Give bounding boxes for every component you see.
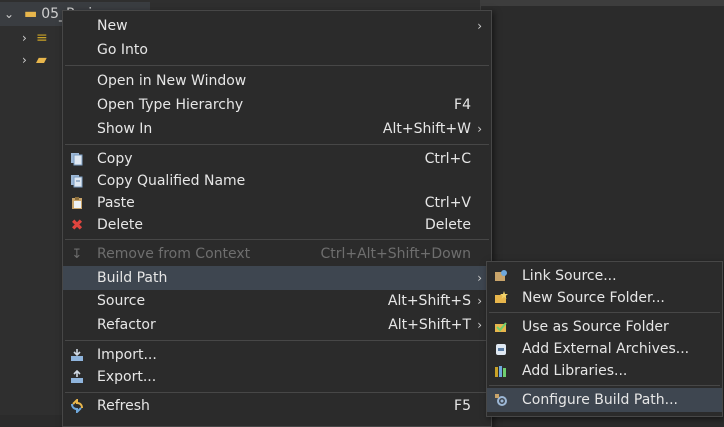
submenu-item-add-external-archives[interactable]: Add External Archives... [487, 338, 722, 360]
menu-item-shortcut: F4 [454, 97, 471, 113]
paste-icon [69, 195, 85, 211]
external-archive-icon [493, 341, 509, 357]
menu-separator [65, 392, 489, 393]
menu-separator [65, 144, 489, 145]
submenu-item-link-source[interactable]: Link Source... [487, 265, 722, 287]
build-path-submenu: Link Source... New Source Folder... Use … [486, 261, 723, 417]
menu-item-source[interactable]: Source Alt+Shift+S › [63, 290, 491, 312]
configure-build-path-icon [493, 392, 509, 408]
submenu-item-new-source-folder[interactable]: New Source Folder... [487, 287, 722, 309]
menu-item-label: Link Source... [522, 268, 617, 284]
menu-item-refresh[interactable]: Refresh F5 [63, 395, 491, 417]
menu-item-label: Refactor [97, 317, 156, 333]
menu-item-new[interactable]: New › [63, 15, 491, 37]
submenu-item-configure-build-path[interactable]: Configure Build Path... [487, 388, 722, 412]
menu-item-label: New Source Folder... [522, 290, 665, 306]
menu-item-export[interactable]: Export... [63, 366, 491, 388]
jre-library-icon: ≡ [36, 30, 48, 46]
menu-item-shortcut: Alt+Shift+W [382, 121, 471, 137]
remove-context-icon: ↧ [71, 246, 83, 262]
menu-item-label: Open Type Hierarchy [97, 97, 244, 113]
menu-item-label: Go Into [97, 42, 148, 58]
menu-item-go-into[interactable]: Go Into [63, 39, 491, 61]
menu-item-show-in[interactable]: Show In Alt+Shift+W › [63, 118, 491, 140]
chevron-right-icon[interactable]: › [22, 31, 36, 45]
delete-icon: ✖ [70, 216, 84, 234]
tree-row-src[interactable]: › ▰ [22, 49, 47, 71]
menu-item-label: New [97, 18, 128, 34]
use-source-folder-icon [493, 319, 509, 335]
menu-item-build-path[interactable]: Build Path › [63, 266, 491, 290]
menu-item-label: Source [97, 293, 146, 309]
menu-item-import[interactable]: Import... [63, 344, 491, 366]
menu-item-shortcut: F5 [454, 398, 471, 414]
menu-separator [65, 340, 489, 341]
menu-item-label: Show In [97, 121, 153, 137]
menu-item-paste[interactable]: Paste Ctrl+V [63, 192, 491, 214]
menu-item-label: Export... [97, 369, 157, 385]
menu-separator [489, 385, 720, 386]
project-folder-icon: ▬ [24, 6, 38, 22]
menu-item-shortcut: Ctrl+Alt+Shift+Down [320, 246, 471, 262]
chevron-right-icon[interactable]: › [22, 53, 36, 67]
add-libraries-icon [493, 363, 509, 379]
menu-item-shortcut: Delete [425, 217, 471, 233]
menu-item-label: Add Libraries... [522, 363, 628, 379]
refresh-icon [69, 398, 85, 414]
menu-item-remove-from-context[interactable]: ↧ Remove from Context Ctrl+Alt+Shift+Dow… [63, 243, 491, 265]
menu-item-shortcut: Ctrl+C [424, 151, 471, 167]
copy-icon [69, 151, 85, 167]
menu-item-label: Import... [97, 347, 157, 363]
tree-row-jre[interactable]: › ≡ [22, 27, 48, 49]
submenu-item-use-as-source-folder[interactable]: Use as Source Folder [487, 316, 722, 338]
menu-item-label: Delete [97, 217, 143, 233]
submenu-arrow-icon: › [477, 294, 482, 308]
import-icon [69, 347, 85, 363]
copy-qualified-name-icon [69, 173, 85, 189]
menu-item-copy-qualified-name[interactable]: Copy Qualified Name [63, 170, 491, 192]
link-source-icon [493, 268, 509, 284]
menu-item-label: Remove from Context [97, 246, 251, 262]
menu-item-label: Copy [97, 151, 133, 167]
menu-item-label: Paste [97, 195, 135, 211]
submenu-arrow-icon: › [477, 19, 482, 33]
menu-separator [489, 312, 720, 313]
submenu-arrow-icon: › [477, 318, 482, 332]
menu-item-shortcut: Ctrl+V [424, 195, 471, 211]
menu-item-label: Refresh [97, 398, 150, 414]
menu-item-shortcut: Alt+Shift+S [387, 293, 471, 309]
submenu-item-add-libraries[interactable]: Add Libraries... [487, 360, 722, 382]
menu-item-label: Configure Build Path... [522, 392, 679, 408]
menu-item-label: Copy Qualified Name [97, 173, 246, 189]
export-icon [69, 369, 85, 385]
menu-separator [65, 239, 489, 240]
menu-item-open-new-window[interactable]: Open in New Window [63, 70, 491, 92]
source-folder-icon: ▰ [36, 52, 47, 68]
chevron-down-icon[interactable]: ⌄ [4, 7, 18, 21]
menu-separator [65, 65, 489, 66]
menu-item-shortcut: Alt+Shift+T [388, 317, 471, 333]
submenu-arrow-icon: › [477, 122, 482, 136]
menu-item-label: Open in New Window [97, 73, 247, 89]
menu-item-delete[interactable]: ✖ Delete Delete [63, 214, 491, 236]
menu-item-refactor[interactable]: Refactor Alt+Shift+T › [63, 314, 491, 336]
menu-item-copy[interactable]: Copy Ctrl+C [63, 148, 491, 170]
menu-item-open-type-hierarchy[interactable]: Open Type Hierarchy F4 [63, 94, 491, 116]
menu-item-label: Add External Archives... [522, 341, 690, 357]
menu-item-label: Build Path [97, 270, 168, 286]
new-source-folder-icon [493, 290, 509, 306]
context-menu: New › Go Into Open in New Window Open Ty… [62, 10, 492, 427]
submenu-arrow-icon: › [477, 271, 482, 285]
menu-item-label: Use as Source Folder [522, 319, 669, 335]
